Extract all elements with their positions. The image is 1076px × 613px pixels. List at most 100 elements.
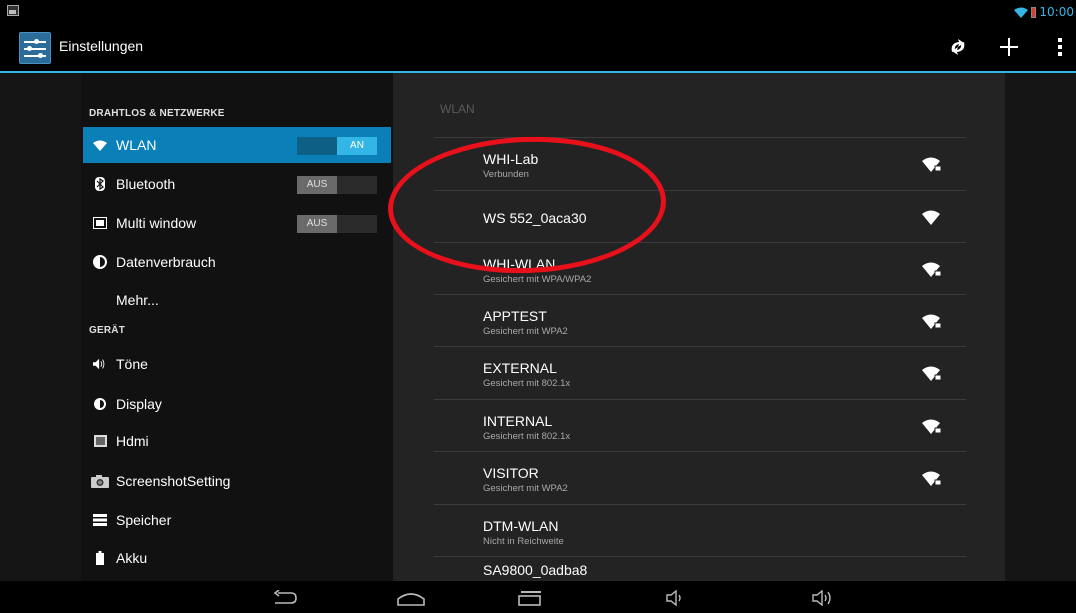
sidebar-item-label: WLAN bbox=[116, 137, 157, 153]
add-icon bbox=[1000, 38, 1018, 56]
overflow-menu-icon bbox=[1058, 38, 1062, 56]
network-item[interactable]: VISITOR Gesichert mit WPA2 bbox=[434, 452, 966, 504]
recent-apps-icon bbox=[518, 591, 541, 606]
wifi-icon bbox=[93, 138, 107, 152]
network-name: DTM-WLAN bbox=[483, 518, 559, 534]
sidebar-item-label: Töne bbox=[116, 356, 148, 372]
network-name: APPTEST bbox=[483, 308, 547, 324]
sidebar-item-label: Hdmi bbox=[116, 433, 149, 449]
volume-down-icon bbox=[666, 590, 681, 606]
wifi-signal-locked-icon bbox=[922, 366, 942, 381]
network-status: Verbunden bbox=[483, 169, 529, 180]
network-status: Gesichert mit 802.1x bbox=[483, 378, 571, 389]
multi-window-toggle[interactable]: AUS bbox=[297, 215, 377, 233]
network-status: Gesichert mit 802.1x bbox=[483, 431, 571, 442]
sound-icon bbox=[93, 357, 107, 371]
back-icon bbox=[273, 590, 297, 604]
sidebar-item-label: Mehr... bbox=[116, 292, 159, 308]
sidebar-item-label: Speicher bbox=[116, 512, 172, 528]
network-status: Gesichert mit WPA/WPA2 bbox=[483, 274, 592, 285]
volume-up-button[interactable] bbox=[804, 585, 844, 611]
status-icons: 10:00 bbox=[1014, 3, 1074, 21]
battery-icon bbox=[1031, 6, 1037, 18]
recent-apps-button[interactable] bbox=[510, 585, 550, 611]
data-usage-icon bbox=[93, 255, 107, 269]
sidebar-item-hdmi[interactable]: Hdmi bbox=[83, 423, 391, 459]
sidebar-item-label: Multi window bbox=[116, 215, 197, 231]
sidebar-item-bluetooth[interactable]: Bluetooth AUS bbox=[83, 166, 391, 202]
toggle-label: AUS bbox=[297, 215, 337, 233]
wlan-toggle[interactable]: AN bbox=[297, 137, 377, 155]
network-item[interactable]: INTERNAL Gesichert mit 802.1x bbox=[434, 400, 966, 452]
wlan-panel: WLAN WHI-Lab Verbunden WS 552_0aca30 WHI… bbox=[393, 73, 1005, 581]
network-status: Nicht in Reichweite bbox=[483, 536, 564, 547]
wifi-status-icon bbox=[1014, 7, 1029, 18]
network-name: EXTERNAL bbox=[483, 360, 557, 376]
page-title: Einstellungen bbox=[59, 38, 144, 54]
wifi-signal-locked-icon bbox=[922, 471, 942, 486]
sidebar-item-label: Bluetooth bbox=[116, 176, 176, 192]
network-name: VISITOR bbox=[483, 465, 539, 481]
sidebar-item-label: Akku bbox=[116, 550, 148, 566]
network-status: Gesichert mit WPA2 bbox=[483, 483, 568, 494]
network-item[interactable]: DTM-WLAN Nicht in Reichweite bbox=[434, 505, 966, 557]
camera-icon bbox=[91, 474, 109, 488]
settings-app-icon[interactable] bbox=[19, 32, 51, 64]
toggle-label: AUS bbox=[297, 176, 337, 194]
sidebar-item-multi-window[interactable]: Multi window AUS bbox=[83, 205, 391, 241]
action-bar: Einstellungen bbox=[0, 23, 1076, 73]
volume-up-icon bbox=[812, 590, 831, 606]
sync-button[interactable] bbox=[934, 23, 982, 71]
battery-icon bbox=[93, 551, 107, 565]
sidebar-item-akku[interactable]: Akku bbox=[83, 540, 391, 576]
wifi-signal-locked-icon bbox=[922, 262, 942, 277]
sidebar-item-label: Display bbox=[116, 396, 162, 412]
wifi-signal-locked-icon bbox=[922, 314, 942, 329]
wifi-signal-icon bbox=[922, 210, 940, 225]
sidebar-item-wlan[interactable]: WLAN AN bbox=[83, 127, 391, 163]
network-item[interactable]: SA9800_0adba8 bbox=[434, 557, 966, 581]
home-icon bbox=[397, 593, 425, 606]
network-item[interactable]: WHI-Lab Verbunden bbox=[434, 138, 966, 190]
sidebar-item-speicher[interactable]: Speicher bbox=[83, 502, 391, 538]
toggle-label: AN bbox=[337, 137, 377, 155]
section-header-device: GERÄT bbox=[89, 325, 125, 336]
display-icon bbox=[93, 397, 107, 411]
back-button[interactable] bbox=[265, 585, 305, 611]
wifi-signal-locked-icon bbox=[922, 157, 942, 172]
sync-icon bbox=[951, 39, 965, 55]
storage-icon bbox=[93, 513, 107, 527]
wifi-signal-locked-icon bbox=[922, 419, 942, 434]
home-button[interactable] bbox=[391, 585, 431, 611]
wlan-header: WLAN bbox=[440, 102, 475, 116]
status-bar: 10:00 bbox=[0, 0, 1076, 23]
network-item[interactable]: APPTEST Gesichert mit WPA2 bbox=[434, 295, 966, 347]
overflow-menu-button[interactable] bbox=[1036, 23, 1076, 71]
network-name: WHI-Lab bbox=[483, 151, 539, 167]
network-item[interactable]: WS 552_0aca30 bbox=[434, 191, 966, 243]
settings-sidebar: DRAHTLOS & NETZWERKE WLAN AN Bluetooth A… bbox=[81, 73, 393, 581]
network-status: Gesichert mit WPA2 bbox=[483, 326, 568, 337]
bluetooth-toggle[interactable]: AUS bbox=[297, 176, 377, 194]
sidebar-item-mehr[interactable]: Mehr... bbox=[83, 282, 391, 318]
add-button[interactable] bbox=[985, 23, 1033, 71]
sidebar-item-datenverbrauch[interactable]: Datenverbrauch bbox=[83, 244, 391, 280]
sidebar-item-label: Datenverbrauch bbox=[116, 254, 216, 270]
sidebar-item-display[interactable]: Display bbox=[83, 386, 391, 422]
multi-window-icon bbox=[93, 216, 107, 230]
sidebar-item-toene[interactable]: Töne bbox=[83, 346, 391, 382]
network-name: WS 552_0aca30 bbox=[483, 210, 587, 226]
network-name: SA9800_0adba8 bbox=[483, 562, 588, 578]
volume-down-button[interactable] bbox=[656, 585, 696, 611]
network-name: WHI-WLAN bbox=[483, 256, 556, 272]
settings-content: DRAHTLOS & NETZWERKE WLAN AN Bluetooth A… bbox=[0, 73, 1076, 581]
network-name: INTERNAL bbox=[483, 413, 553, 429]
section-header-wireless: DRAHTLOS & NETZWERKE bbox=[89, 108, 225, 119]
sidebar-item-label: ScreenshotSetting bbox=[116, 473, 231, 489]
bluetooth-icon bbox=[93, 177, 107, 191]
clock: 10:00 bbox=[1039, 5, 1074, 19]
network-item[interactable]: WHI-WLAN Gesichert mit WPA/WPA2 bbox=[434, 243, 966, 295]
sidebar-item-screenshotsetting[interactable]: ScreenshotSetting bbox=[83, 463, 391, 499]
navigation-bar bbox=[0, 581, 1076, 613]
network-item[interactable]: EXTERNAL Gesichert mit 802.1x bbox=[434, 347, 966, 399]
